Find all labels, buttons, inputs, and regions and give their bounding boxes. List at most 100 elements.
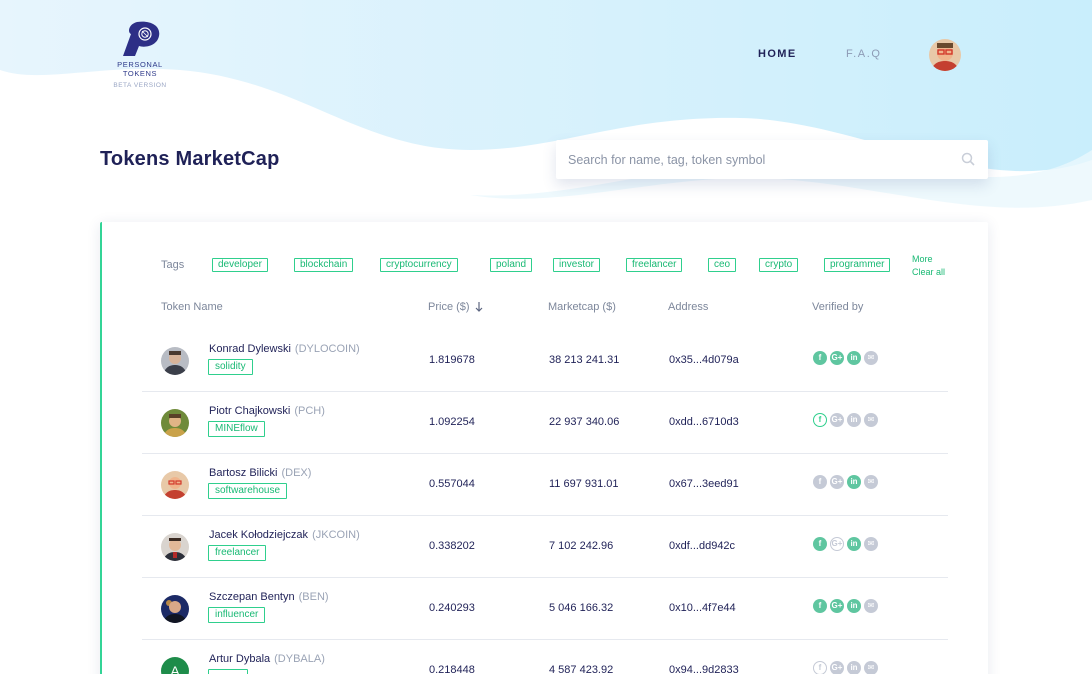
search-box [556,140,988,179]
linkedin-icon[interactable]: in [847,537,861,551]
search-input[interactable] [568,140,948,179]
column-header-name[interactable]: Token Name [161,301,223,313]
token-name-cell: Szczepan Bentyn (BEN) [209,591,329,603]
facebook-icon[interactable]: f [813,537,827,551]
tag-filter[interactable]: investor [553,258,601,272]
token-owner-name[interactable]: Artur Dybala [209,653,270,665]
google-plus-icon[interactable]: G+ [830,537,844,551]
google-plus-icon[interactable]: G+ [830,661,844,674]
email-icon[interactable]: ✉ [864,351,878,365]
tokens-table-card: Tags developer blockchain cryptocurrency… [100,222,988,674]
token-owner-name[interactable]: Bartosz Bilicki [209,467,277,479]
token-price: 0.240293 [429,602,475,614]
token-address[interactable]: 0xdf...dd942c [669,540,735,552]
token-address[interactable]: 0x94...9d2833 [669,664,739,674]
token-tag[interactable] [208,669,248,674]
token-marketcap: 22 937 340.06 [549,416,620,428]
google-plus-icon[interactable]: G+ [830,599,844,613]
table-row[interactable]: A Artur Dybala (DYBALA) 0.218448 4 587 42… [142,640,948,674]
logo[interactable]: PERSONAL TOKENS BETA VERSION [100,20,180,89]
tag-filter[interactable]: freelancer [626,258,683,272]
token-owner-name[interactable]: Szczepan Bentyn [209,591,295,603]
verified-by-icons: f G+ in ✉ [813,413,881,427]
linkedin-icon[interactable]: in [847,599,861,613]
email-icon[interactable]: ✉ [864,661,878,674]
page-title: Tokens MarketCap [100,148,280,170]
token-tag[interactable]: softwarehouse [208,483,288,499]
tag-filter[interactable]: blockchain [294,258,354,272]
avatar [161,347,189,375]
token-marketcap: 5 046 166.32 [549,602,614,614]
table-row[interactable]: Bartosz Bilicki (DEX) softwarehouse 0.557… [142,454,948,516]
tag-filter[interactable]: crypto [759,258,799,272]
verified-by-icons: f G+ in ✉ [813,537,881,551]
token-symbol: (BEN) [298,591,329,603]
tag-filter[interactable]: developer [212,258,268,272]
tags-more-link[interactable]: More [912,254,933,264]
email-icon[interactable]: ✉ [864,413,878,427]
user-avatar[interactable] [929,39,961,71]
token-symbol: (DEX) [281,467,312,479]
facebook-icon[interactable]: f [813,413,827,427]
tags-clear-all-link[interactable]: Clear all [912,267,945,277]
column-header-marketcap[interactable]: Marketcap ($) [548,301,616,313]
linkedin-icon[interactable]: in [847,351,861,365]
column-header-price[interactable]: Price ($) [428,301,483,313]
token-tag[interactable]: influencer [208,607,266,623]
facebook-icon[interactable]: f [813,351,827,365]
token-name-cell: Jacek Kołodziejczak (JKCOIN) [209,529,360,541]
email-icon[interactable]: ✉ [864,475,878,489]
linkedin-icon[interactable]: in [847,413,861,427]
sort-down-icon[interactable] [475,302,483,312]
email-icon[interactable]: ✉ [864,537,878,551]
avatar: A [161,657,189,674]
token-marketcap: 38 213 241.31 [549,354,620,366]
token-address[interactable]: 0x10...4f7e44 [669,602,736,614]
tag-filter[interactable]: programmer [824,258,891,272]
token-name-cell: Bartosz Bilicki (DEX) [209,467,311,479]
token-tag[interactable]: solidity [208,359,253,375]
google-plus-icon[interactable]: G+ [830,475,844,489]
google-plus-icon[interactable]: G+ [830,413,844,427]
tag-filter[interactable]: ceo [708,258,737,272]
search-icon[interactable] [961,152,975,166]
avatar [161,471,189,499]
linkedin-icon[interactable]: in [847,661,861,674]
nav-home[interactable]: HOME [758,48,797,60]
facebook-icon[interactable]: f [813,599,827,613]
token-address[interactable]: 0x35...4d079a [669,354,739,366]
facebook-icon[interactable]: f [813,475,827,489]
column-header-address: Address [668,301,709,313]
token-name-cell: Artur Dybala (DYBALA) [209,653,325,665]
token-name-cell: Konrad Dylewski (DYLOCOIN) [209,343,360,355]
token-owner-name[interactable]: Piotr Chajkowski [209,405,290,417]
verified-by-icons: f G+ in ✉ [813,661,881,674]
token-symbol: (PCH) [294,405,325,417]
token-address[interactable]: 0x67...3eed91 [669,478,739,490]
token-price: 0.557044 [429,478,475,490]
token-symbol: (DYBALA) [274,653,325,665]
table-row[interactable]: Konrad Dylewski (DYLOCOIN) solidity 1.819… [142,330,948,392]
logo-mark-icon [123,21,160,56]
logo-name: PERSONAL TOKENS [117,60,163,78]
nav-faq[interactable]: F.A.Q [846,48,882,60]
email-icon[interactable]: ✉ [864,599,878,613]
token-price: 0.338202 [429,540,475,552]
tag-filter[interactable]: poland [490,258,533,272]
linkedin-icon[interactable]: in [847,475,861,489]
table-row[interactable]: Jacek Kołodziejczak (JKCOIN) freelancer 0… [142,516,948,578]
google-plus-icon[interactable]: G+ [830,351,844,365]
facebook-icon[interactable]: f [813,661,827,674]
token-tag[interactable]: MINEflow [208,421,265,437]
token-address[interactable]: 0xdd...6710d3 [669,416,739,428]
verified-by-icons: f G+ in ✉ [813,475,881,489]
token-owner-name[interactable]: Jacek Kołodziejczak [209,529,308,541]
tag-filter[interactable]: cryptocurrency [380,258,458,272]
table-row[interactable]: Piotr Chajkowski (PCH) MINEflow 1.092254 … [142,392,948,454]
avatar [161,533,189,561]
token-owner-name[interactable]: Konrad Dylewski [209,343,291,355]
token-price: 1.819678 [429,354,475,366]
table-row[interactable]: Szczepan Bentyn (BEN) influencer 0.240293… [142,578,948,640]
token-tag[interactable]: freelancer [208,545,267,561]
column-header-price-label: Price ($) [428,301,470,313]
